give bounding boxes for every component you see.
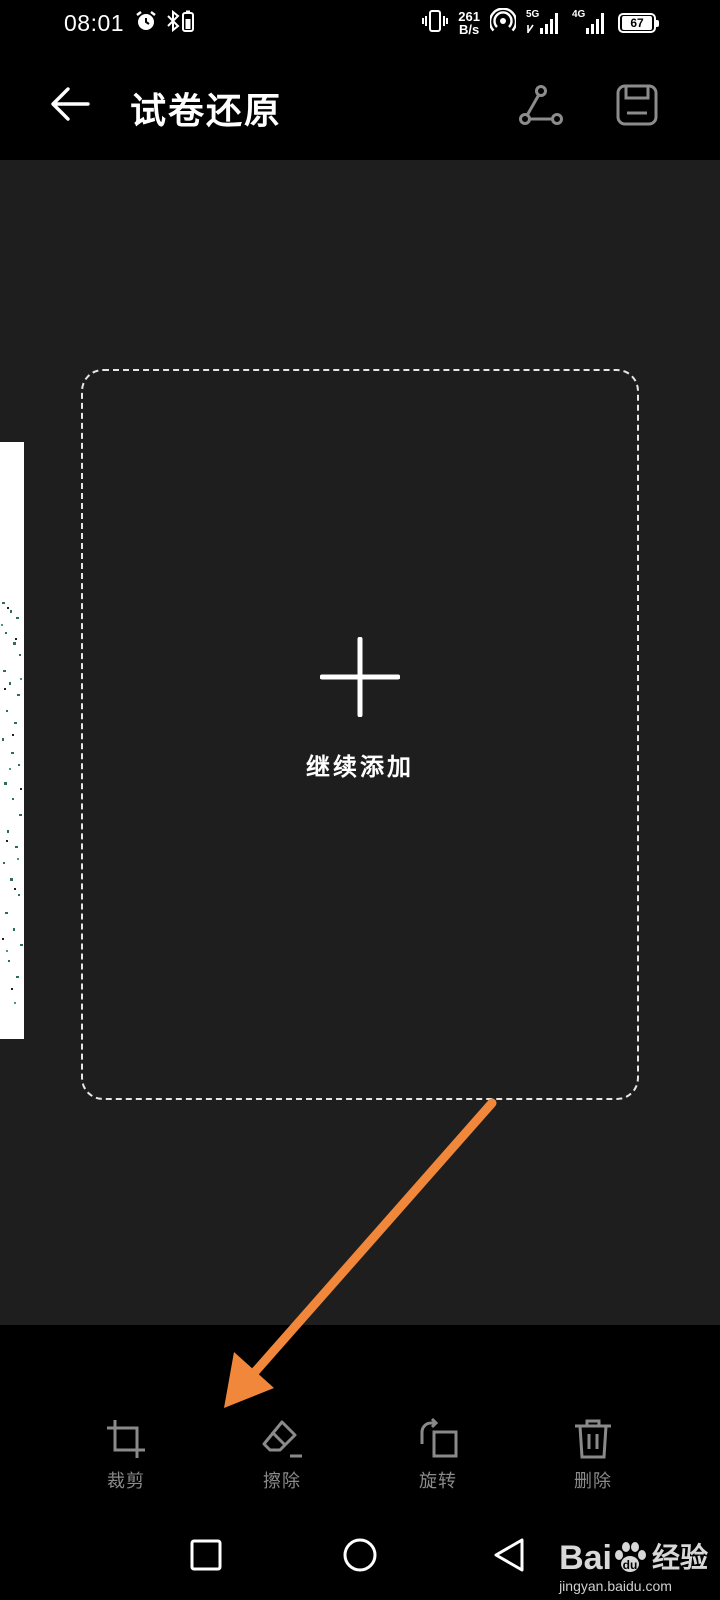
page-title: 试卷还原 [130,90,283,132]
recents-square-icon [190,1539,222,1571]
eraser-icon [260,1417,304,1461]
bluetooth-battery-icon [164,9,196,37]
sim1-network-tag: 5G [526,9,540,20]
watermark-url: jingyan.baidu.com [559,1578,672,1594]
save-button[interactable] [610,78,664,132]
watermark-logo: Bai du 经验 [559,1539,708,1577]
back-triangle-icon [494,1538,524,1572]
nav-back-button[interactable] [480,1525,540,1585]
delete-button[interactable]: 删除 [538,1417,648,1493]
svg-text:du: du [623,1558,638,1572]
previous-page-thumbnail[interactable] [0,442,24,1039]
erase-label: 擦除 [263,1471,301,1492]
baidu-watermark: Bai du 经验 jingyan.baidu.com [559,1539,708,1594]
alarm-icon [134,9,158,37]
crop-label: 裁剪 [107,1471,145,1492]
vibrate-icon [422,9,449,37]
status-right-icons: 261 B/s 5G 4G 67 [422,7,659,38]
erase-button[interactable]: 擦除 [227,1417,337,1493]
share-button[interactable] [514,78,568,132]
scanned-page-texture [1,602,23,1004]
delete-label: 删除 [574,1471,612,1492]
back-arrow-icon [51,87,90,121]
home-button[interactable] [330,1525,390,1585]
app-bar: 试卷还原 [0,48,720,160]
rotate-label: 旋转 [419,1471,457,1492]
battery-icon: 67 [618,13,659,33]
signal-sim1: 5G [526,10,562,36]
watermark-logo-text: Bai [559,1539,612,1577]
rotate-icon [416,1417,460,1461]
canvas-area: 继续添加 [0,160,720,1325]
rotate-button[interactable]: 旋转 [383,1417,493,1493]
status-left-icons [134,9,196,37]
status-time: 08:01 [64,10,125,36]
crop-icon [104,1417,148,1461]
share-icon [519,85,563,125]
back-button[interactable] [44,78,96,130]
network-speed: 261 B/s [458,10,480,36]
add-more-button[interactable]: 继续添加 [81,369,639,1100]
signal-sim2: 4G [572,10,608,36]
hotspot-icon [488,7,518,38]
status-bar: 08:01 261 B/s 5G 4G 67 [0,0,720,48]
trash-icon [571,1417,615,1461]
crop-button[interactable]: 裁剪 [71,1417,181,1493]
recents-button[interactable] [176,1525,236,1585]
home-circle-icon [343,1538,377,1572]
bottom-toolbar: 裁剪 擦除 旋转 删除 [0,1325,720,1515]
add-more-label: 继续添加 [306,752,414,781]
watermark-logo-suffix: 经验 [651,1541,708,1574]
save-icon [616,84,658,126]
plus-icon [320,637,400,717]
sim2-network-tag: 4G [572,9,586,20]
net-speed-unit: B/s [459,22,480,37]
paw-icon: du [614,1542,646,1572]
battery-level: 67 [622,16,652,30]
